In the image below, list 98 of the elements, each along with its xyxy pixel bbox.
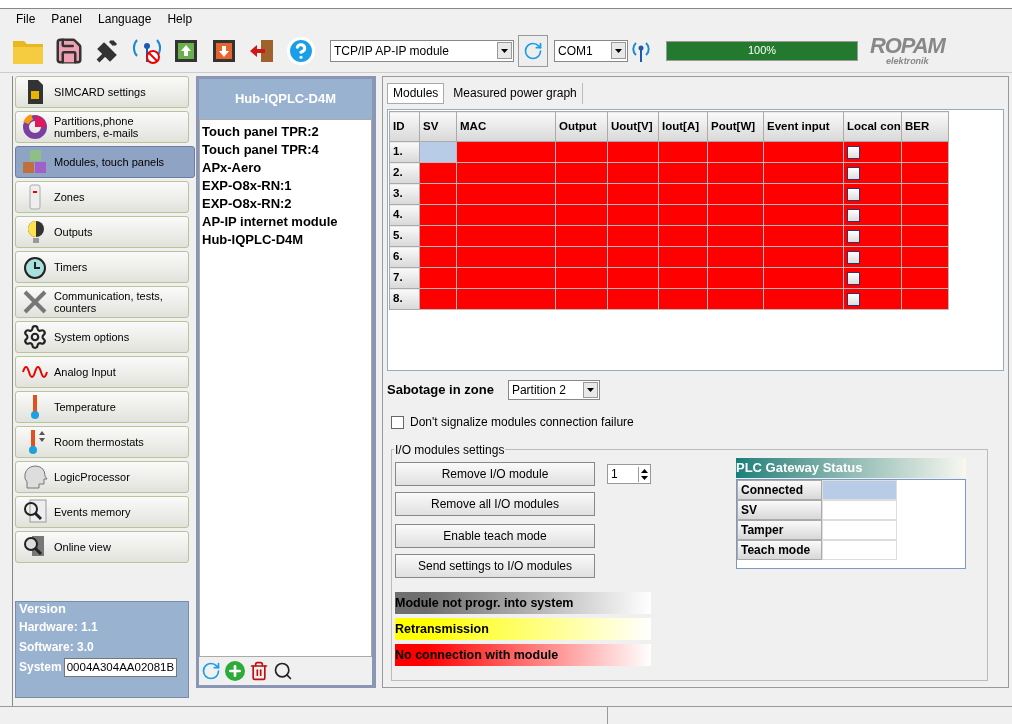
module-list-item[interactable]: EXP-O8x-RN:1 xyxy=(202,177,369,195)
row-id: 2. xyxy=(389,162,420,184)
refresh-icon xyxy=(523,40,543,61)
row-id: 3. xyxy=(389,183,420,205)
legend-item: No connection with module xyxy=(395,644,651,666)
action-button[interactable]: Remove all I/O modules xyxy=(395,492,595,516)
tab[interactable]: Measured power graph xyxy=(448,82,583,104)
system-field[interactable]: 0004A304AA02081B xyxy=(63,657,178,677)
nav-button[interactable]: Online view xyxy=(15,531,189,563)
list-header: Hub-IQPLC-D4M xyxy=(199,79,372,119)
checkbox[interactable] xyxy=(847,250,860,264)
module-list-item[interactable]: AP-IP internet module xyxy=(202,213,369,231)
status-label: Connected xyxy=(737,480,822,500)
checkbox[interactable] xyxy=(847,208,860,222)
help-icon[interactable] xyxy=(286,35,316,66)
row-id: 5. xyxy=(389,225,420,247)
checkbox[interactable] xyxy=(847,292,860,306)
add-icon[interactable] xyxy=(225,661,245,681)
tab[interactable]: Modules xyxy=(387,82,445,104)
nav-button[interactable]: Room thermostats xyxy=(15,426,189,458)
antenna-icon xyxy=(632,39,650,62)
trash-icon[interactable] xyxy=(249,661,269,681)
logo-subtitle: elektronik xyxy=(886,57,929,66)
nav-button[interactable]: SIMCARD settings xyxy=(15,76,189,108)
checkbox[interactable] xyxy=(847,271,860,285)
progress-reading: 100% xyxy=(746,43,778,59)
software-version: Software: 3.0 xyxy=(19,638,95,656)
checkbox-label: Don't signalize modules connection failure xyxy=(410,414,634,431)
gear-icon xyxy=(22,324,48,350)
legend-item: Retransmission xyxy=(395,618,651,640)
column-header: Pout[W] xyxy=(707,111,764,142)
column-header: MAC xyxy=(456,111,556,142)
status-label: SV xyxy=(737,500,822,520)
checkbox[interactable] xyxy=(847,187,860,201)
nav-button[interactable]: LogicProcessor xyxy=(15,461,189,493)
system-label: System xyxy=(19,659,62,677)
document-search-icon xyxy=(22,499,48,525)
action-button[interactable]: Enable teach mode xyxy=(395,524,595,548)
search-icon[interactable] xyxy=(273,661,293,681)
nav-button[interactable]: Outputs xyxy=(15,216,189,248)
module-list-item[interactable]: Touch panel TPR:4 xyxy=(202,141,369,159)
connection-dropdown[interactable]: TCP/IP AP-IP module xyxy=(330,39,514,62)
version-title: Version xyxy=(19,601,67,616)
status-label: Tamper xyxy=(737,520,822,540)
menu-item[interactable]: Help xyxy=(167,10,193,28)
module-list-item[interactable]: Touch panel TPR:2 xyxy=(202,123,369,141)
nav-button[interactable]: Temperature xyxy=(15,391,189,423)
partition-dropdown[interactable]: Partition 2 xyxy=(507,380,600,400)
plc-status-title: PLC Gateway Status xyxy=(736,458,966,478)
refresh-icon[interactable] xyxy=(201,661,221,681)
cubes-icon xyxy=(22,149,48,175)
action-button[interactable]: Remove I/O module xyxy=(395,462,595,486)
head-icon xyxy=(22,464,48,490)
nav-button[interactable]: Analog Input xyxy=(15,356,189,388)
nav-button[interactable]: Timers xyxy=(15,251,189,283)
action-button[interactable]: Send settings to I/O modules xyxy=(395,554,595,578)
caret-icon xyxy=(501,48,508,53)
column-header: Local con xyxy=(843,111,902,142)
row-id: 4. xyxy=(389,204,420,226)
column-header: Uout[V] xyxy=(607,111,659,142)
number-spinner[interactable]: 1 xyxy=(607,464,651,484)
nav-button[interactable]: Events memory xyxy=(15,496,189,528)
checkbox[interactable] xyxy=(847,229,860,243)
refresh-button[interactable] xyxy=(518,34,548,67)
nav-button[interactable]: Zones xyxy=(15,181,189,213)
legend-item: Module not progr. into system xyxy=(395,592,651,614)
module-list-item[interactable]: Hub-IQPLC-D4M xyxy=(202,231,369,249)
column-header: Event input xyxy=(763,111,844,142)
nav-button[interactable]: Modules, touch panels xyxy=(15,146,195,178)
sabotage-label: Sabotage in zone xyxy=(387,381,494,400)
column-header: Iout[A] xyxy=(658,111,708,142)
column-header: SV xyxy=(419,111,457,142)
nav-button[interactable]: Communication, tests, counters xyxy=(15,286,189,318)
menu-item[interactable]: Language xyxy=(98,10,152,28)
column-header: Output xyxy=(555,111,608,142)
alarm-clock-icon xyxy=(22,254,48,280)
menu-item[interactable]: File xyxy=(16,10,36,28)
hardware-version: Hardware: 1.1 xyxy=(19,618,99,636)
checkbox[interactable] xyxy=(847,166,860,180)
status-label: Teach mode xyxy=(737,540,822,560)
port-dropdown[interactable]: COM1 xyxy=(554,39,628,62)
row-id: 6. xyxy=(389,246,420,268)
checkbox[interactable] xyxy=(847,145,860,159)
caret-icon xyxy=(586,388,594,392)
caret-icon xyxy=(615,48,622,53)
row-id: 8. xyxy=(389,288,420,310)
checkbox[interactable] xyxy=(391,415,404,429)
nav-button[interactable]: System options xyxy=(15,321,189,353)
menu-item[interactable]: Panel xyxy=(51,10,83,28)
row-id: 7. xyxy=(389,267,420,289)
column-header: BER xyxy=(901,111,949,142)
column-header: ID xyxy=(389,111,420,142)
module-list-item[interactable]: EXP-O8x-RN:2 xyxy=(202,195,369,213)
module-list-item[interactable]: APx-Aero xyxy=(202,159,369,177)
pie-chart-icon xyxy=(22,114,48,140)
logo-text: ROPAM xyxy=(870,35,945,57)
row-id: 1. xyxy=(389,141,420,163)
nav-button[interactable]: Partitions,phone numbers, e-mails xyxy=(15,111,189,143)
